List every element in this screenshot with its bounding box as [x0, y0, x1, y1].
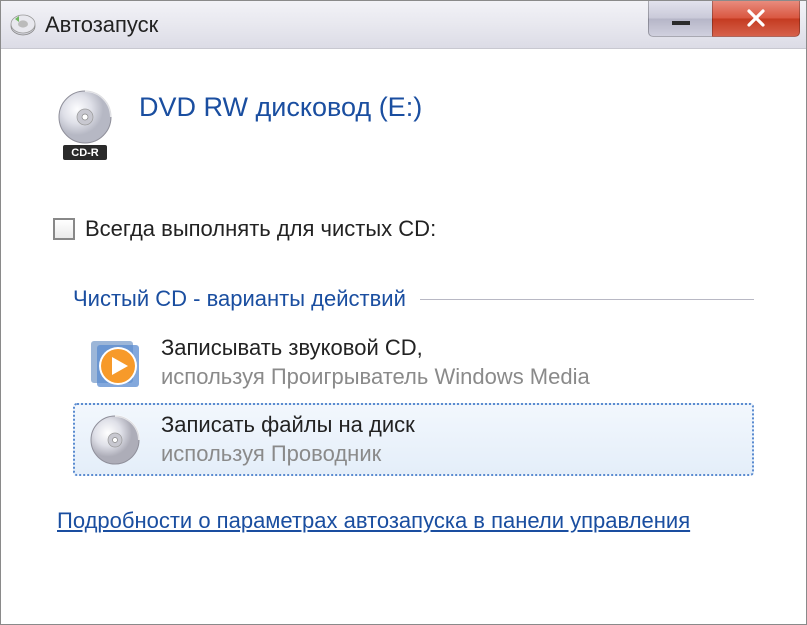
- always-do-checkbox-row[interactable]: Всегда выполнять для чистых CD:: [53, 216, 754, 242]
- section-header: Чистый CD - варианты действий: [73, 286, 406, 312]
- drive-title: DVD RW дисковод (E:): [139, 89, 422, 123]
- titlebar: Автозапуск: [1, 1, 806, 49]
- action-text: Записать файлы на диск используя Проводн…: [161, 411, 740, 468]
- section-divider: [420, 299, 754, 300]
- action-title: Записывать звуковой CD,: [161, 334, 740, 363]
- minimize-button[interactable]: [648, 1, 712, 37]
- action-text: Записывать звуковой CD, используя Проигр…: [161, 334, 740, 391]
- autoplay-dialog: Автозапуск: [0, 0, 807, 625]
- action-list: Записывать звуковой CD, используя Проигр…: [73, 326, 754, 476]
- checkbox-label: Всегда выполнять для чистых CD:: [85, 216, 436, 242]
- close-icon: [745, 7, 767, 29]
- window-title: Автозапуск: [45, 12, 648, 38]
- drive-header: CD-R DVD RW дисковод (E:): [53, 89, 754, 166]
- checkbox-icon: [53, 218, 75, 240]
- autoplay-icon: [9, 13, 37, 37]
- action-subtitle: используя Проигрыватель Windows Media: [161, 363, 740, 392]
- action-subtitle: используя Проводник: [161, 440, 740, 469]
- action-burn-files[interactable]: Записать файлы на диск используя Проводн…: [73, 403, 754, 476]
- window-controls: [648, 1, 800, 37]
- minimize-icon: [672, 21, 690, 25]
- dialog-content: CD-R DVD RW дисковод (E:) Всегда выполня…: [1, 49, 806, 624]
- svg-text:CD-R: CD-R: [71, 147, 99, 159]
- burn-disc-icon: [87, 412, 143, 468]
- control-panel-link[interactable]: Подробности о параметрах автозапуска в п…: [57, 508, 690, 533]
- disc-icon: CD-R: [53, 89, 117, 166]
- wmp-icon: [87, 335, 143, 391]
- action-burn-audio-cd[interactable]: Записывать звуковой CD, используя Проигр…: [73, 326, 754, 399]
- action-title: Записать файлы на диск: [161, 411, 740, 440]
- section-header-row: Чистый CD - варианты действий: [73, 286, 754, 312]
- close-button[interactable]: [712, 1, 800, 37]
